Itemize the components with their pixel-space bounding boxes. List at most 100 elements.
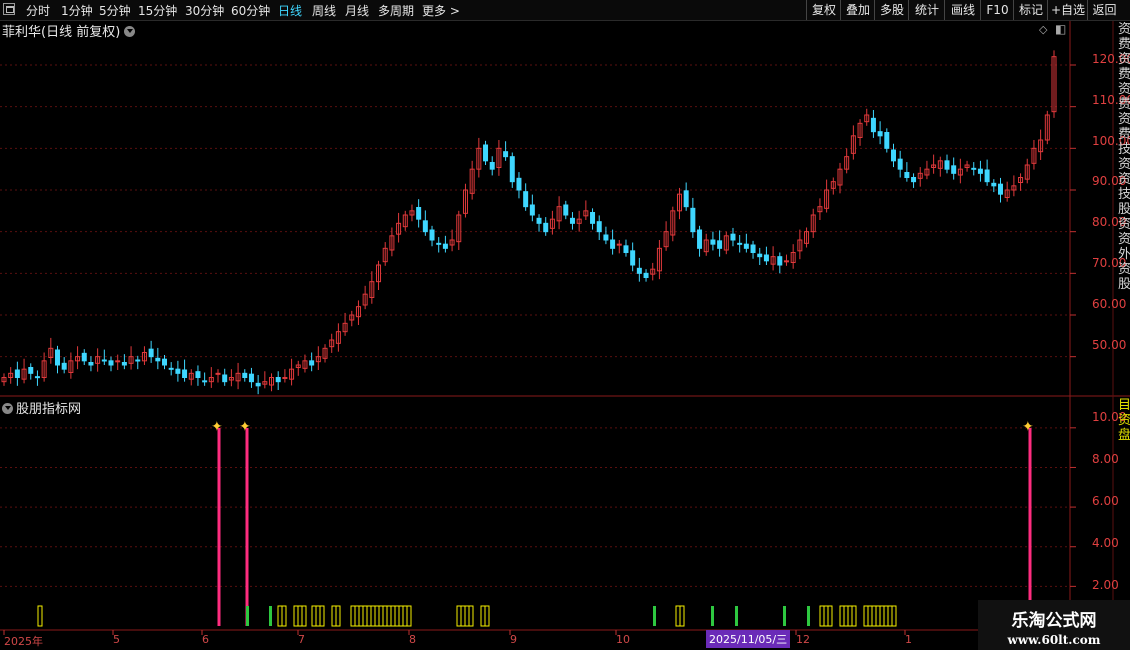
candle-body xyxy=(737,242,743,245)
candle-body xyxy=(984,169,990,183)
candle-body xyxy=(135,359,141,362)
signal-bar-yellow xyxy=(875,605,881,627)
candle-body xyxy=(215,372,221,375)
tab-60min[interactable]: 60分钟 xyxy=(231,2,270,19)
candle-body xyxy=(309,360,315,366)
candle-body xyxy=(195,371,201,378)
signal-bar-yellow xyxy=(350,605,356,627)
signal-bar-yellow xyxy=(851,605,857,627)
dropdown-icon[interactable] xyxy=(124,26,136,37)
side-text-column-2: 目资盘 xyxy=(1118,398,1130,443)
candle-body xyxy=(877,131,883,137)
candle-body xyxy=(416,207,422,220)
signal-butterfly-icon: ✦ xyxy=(211,419,223,435)
indicator-title-text: 股朋指标网 xyxy=(16,402,82,417)
signal-bar-green xyxy=(653,606,656,626)
x-label: 1 xyxy=(905,633,912,646)
signal-bar-yellow xyxy=(374,605,380,627)
signal-bar-yellow xyxy=(297,605,303,627)
candle-body xyxy=(442,243,448,249)
signal-bar-yellow xyxy=(887,605,893,627)
x-label: 6 xyxy=(202,633,209,646)
candle-body xyxy=(991,182,997,187)
tab-monthly[interactable]: 月线 xyxy=(345,2,369,19)
fuquan-button[interactable]: 复权 xyxy=(806,0,841,20)
signal-butterfly-icon: ✦ xyxy=(239,419,251,435)
candle-body xyxy=(14,369,20,378)
signal-bar-yellow xyxy=(382,605,388,627)
signal-bar-yellow xyxy=(456,605,462,627)
candle-body xyxy=(155,357,161,362)
signal-bar-green xyxy=(807,606,810,626)
signal-bar-yellow xyxy=(398,605,404,627)
tab-1min[interactable]: 1分钟 xyxy=(61,2,93,19)
signal-bar-yellow xyxy=(293,605,299,627)
candle-body xyxy=(750,244,756,253)
signal-bar-yellow xyxy=(675,605,681,627)
candle-body xyxy=(743,243,749,249)
f10-button[interactable]: F10 xyxy=(980,0,1014,20)
add-watchlist-button[interactable]: +自选 xyxy=(1047,0,1088,20)
diamond-icon[interactable]: ◇ xyxy=(1039,23,1047,36)
tab-multi-period[interactable]: 多周期 xyxy=(378,2,414,19)
signal-bar-yellow xyxy=(37,605,43,627)
stats-button[interactable]: 统计 xyxy=(908,0,945,20)
candle-body xyxy=(101,359,107,362)
multi-stock-button[interactable]: 多股 xyxy=(874,0,909,20)
tab-daily[interactable]: 日线 xyxy=(278,2,302,19)
back-button[interactable]: 返回 xyxy=(1087,0,1121,20)
candle-body xyxy=(483,144,489,162)
indicator-title[interactable]: 股朋指标网 xyxy=(2,398,81,417)
signal-bar-yellow xyxy=(370,605,376,627)
candle-body xyxy=(777,256,783,266)
candle-body xyxy=(115,360,121,363)
stock-title[interactable]: 菲利华(日线 前复权) xyxy=(2,21,136,40)
candle-body xyxy=(429,229,435,241)
side-text-column: 资费资费资费资费技资资技股资资外资股 xyxy=(1118,22,1130,292)
candle-body xyxy=(182,369,188,378)
indicator-dropdown-icon[interactable] xyxy=(2,403,13,414)
window-menu-icon[interactable] xyxy=(3,3,15,15)
candle-body xyxy=(88,362,94,366)
candle-body xyxy=(944,160,950,170)
candle-body xyxy=(690,207,696,233)
signal-bar-yellow xyxy=(358,605,364,627)
signal-bar-yellow xyxy=(460,605,466,627)
candle-body xyxy=(121,362,127,366)
overlay-button[interactable]: 叠加 xyxy=(840,0,875,20)
candle-body xyxy=(997,183,1003,195)
candle-body xyxy=(503,151,509,158)
candle-body xyxy=(529,204,535,216)
panel-toggle-icon[interactable]: ◧ xyxy=(1055,22,1066,36)
candle-body xyxy=(489,162,495,170)
draw-line-button[interactable]: 画线 xyxy=(944,0,981,20)
tab-15min[interactable]: 15分钟 xyxy=(138,2,177,19)
x-label: 2025年 xyxy=(4,635,43,648)
mark-button[interactable]: 标记 xyxy=(1013,0,1048,20)
signal-bar-yellow xyxy=(281,605,287,627)
signal-bar-yellow xyxy=(484,605,490,627)
ind-y-tick: 8.00 xyxy=(1092,452,1119,466)
signal-bar-yellow xyxy=(402,605,408,627)
kline-chart-canvas[interactable]: ✦ ✦ ✦ xyxy=(0,0,1130,650)
signal-bar-green xyxy=(269,606,272,626)
tab-weekly[interactable]: 周线 xyxy=(312,2,336,19)
candle-body xyxy=(81,352,87,362)
signal-bar-yellow xyxy=(335,605,341,627)
candle-body xyxy=(222,374,228,383)
candle-body xyxy=(516,177,522,191)
candle-body xyxy=(717,240,723,249)
candle-body xyxy=(248,373,254,383)
signal-bar-yellow xyxy=(301,605,307,627)
signal-bar-yellow xyxy=(315,605,321,627)
signal-bar-yellow xyxy=(394,605,400,627)
candle-body xyxy=(763,254,769,262)
tab-5min[interactable]: 5分钟 xyxy=(99,2,131,19)
ind-y-tick: 2.00 xyxy=(1092,578,1119,592)
candle-body xyxy=(282,377,288,379)
tab-30min[interactable]: 30分钟 xyxy=(185,2,224,19)
tab-more[interactable]: 更多 > xyxy=(422,2,460,19)
tab-fenshi[interactable]: 分时 xyxy=(26,2,50,19)
signal-bar-yellow xyxy=(867,605,873,627)
candle-body xyxy=(563,204,569,216)
